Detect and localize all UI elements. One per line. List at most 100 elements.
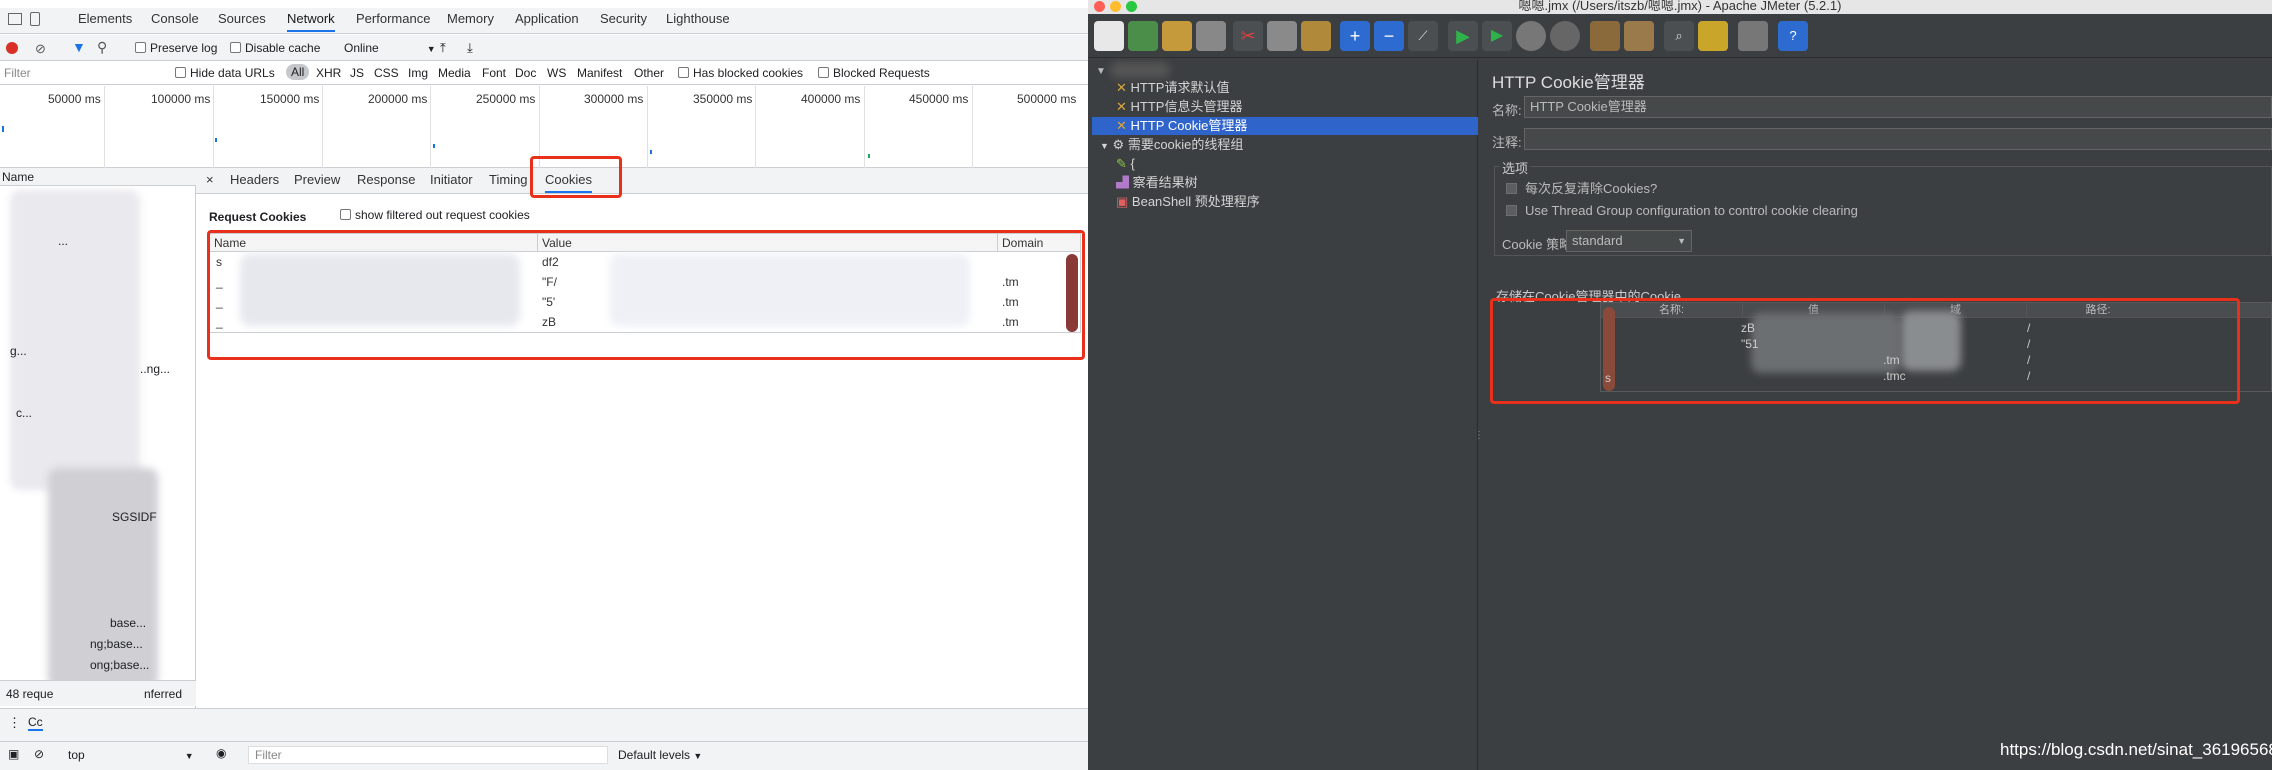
- tab-application[interactable]: Application: [515, 11, 579, 26]
- tree-item-header-manager[interactable]: ✕ HTTP信息头管理器: [1116, 98, 1474, 116]
- log-levels-select[interactable]: Default levels ▼: [618, 748, 702, 762]
- tab-memory[interactable]: Memory: [447, 11, 494, 26]
- tab-security[interactable]: Security: [600, 11, 647, 26]
- import-har-icon[interactable]: ⤒: [440, 40, 446, 56]
- list-item[interactable]: g...: [10, 344, 27, 358]
- tree-item-beanshell[interactable]: ▣ BeanShell 预处理程序: [1116, 193, 1474, 211]
- jmeter-window: 嗯嗯.jmx (/Users/itszb/嗯嗯.jmx) - Apache JM…: [1088, 0, 2272, 770]
- preserve-log-checkbox[interactable]: Preserve log: [135, 41, 217, 55]
- tab-initiator[interactable]: Initiator: [430, 172, 473, 187]
- save-icon[interactable]: [1196, 21, 1226, 51]
- search-icon[interactable]: ⌕: [1664, 21, 1694, 51]
- tree-item-request-defaults[interactable]: ✕ HTTP请求默认值: [1116, 79, 1474, 97]
- tab-response[interactable]: Response: [357, 172, 416, 187]
- list-item[interactable]: ..ng...: [140, 362, 170, 376]
- tab-elements[interactable]: Elements: [78, 11, 132, 26]
- toggle-icon[interactable]: ⟋: [1408, 21, 1438, 51]
- type-font[interactable]: Font: [482, 66, 506, 80]
- throttle-select[interactable]: Online ▼: [344, 41, 436, 55]
- tab-timing[interactable]: Timing: [489, 172, 528, 187]
- list-item[interactable]: ng;base...: [90, 637, 143, 651]
- start-icon[interactable]: ▶: [1448, 21, 1478, 51]
- tab-performance[interactable]: Performance: [356, 11, 430, 26]
- record-icon[interactable]: [6, 42, 18, 54]
- copy-icon[interactable]: [1267, 21, 1297, 51]
- list-item[interactable]: SGSIDF: [112, 510, 157, 524]
- type-manifest[interactable]: Manifest: [577, 66, 622, 80]
- close-window-icon[interactable]: [1094, 1, 1105, 12]
- blocked-requests-checkbox[interactable]: Blocked Requests: [818, 66, 930, 80]
- list-item[interactable]: ong;base...: [90, 658, 149, 672]
- cut-icon[interactable]: ✂: [1233, 21, 1263, 51]
- list-item[interactable]: c...: [16, 406, 32, 420]
- tree-item-cookie-manager[interactable]: ✕ HTTP Cookie管理器: [1092, 117, 1478, 135]
- help-icon[interactable]: ?: [1778, 21, 1808, 51]
- tree-item-thread-group[interactable]: ▼ ⚙ 需要cookie的线程组: [1100, 136, 1474, 154]
- console-filter-input[interactable]: Filter: [248, 746, 608, 764]
- reset-search-icon[interactable]: [1698, 21, 1728, 51]
- list-item[interactable]: ...: [58, 234, 68, 248]
- inspect-icon[interactable]: [8, 13, 22, 25]
- minimize-window-icon[interactable]: [1110, 1, 1121, 12]
- network-filter-input[interactable]: Filter: [4, 66, 31, 80]
- paste-icon[interactable]: [1301, 21, 1331, 51]
- open-icon[interactable]: [1162, 21, 1192, 51]
- expand-arrow-icon[interactable]: ▼: [1096, 66, 1106, 77]
- start-no-pauses-icon[interactable]: ▶: [1482, 21, 1512, 51]
- live-expression-icon[interactable]: ◉: [216, 746, 226, 760]
- splitter-handle[interactable]: ⋮: [1474, 430, 1484, 441]
- filter-icon[interactable]: ▼: [72, 39, 86, 55]
- clear-console-icon[interactable]: ⊘: [34, 747, 44, 761]
- clear-icon[interactable]: ⊘: [35, 41, 46, 57]
- name-field[interactable]: HTTP Cookie管理器: [1524, 96, 2272, 118]
- close-icon[interactable]: ×: [206, 172, 214, 187]
- comment-field[interactable]: [1524, 128, 2272, 150]
- tab-preview[interactable]: Preview: [294, 172, 340, 187]
- tab-headers[interactable]: Headers: [230, 172, 279, 187]
- type-doc[interactable]: Doc: [515, 66, 536, 80]
- clear-all-icon[interactable]: [1624, 21, 1654, 51]
- new-icon[interactable]: [1094, 21, 1124, 51]
- use-thread-group-checkbox[interactable]: Use Thread Group configuration to contro…: [1506, 203, 1858, 218]
- stop-icon[interactable]: [1516, 21, 1546, 51]
- disable-cache-checkbox[interactable]: Disable cache: [230, 41, 320, 55]
- type-img[interactable]: Img: [408, 66, 428, 80]
- export-har-icon[interactable]: ⤓: [467, 40, 473, 56]
- maximize-window-icon[interactable]: [1126, 1, 1137, 12]
- drawer-menu-icon[interactable]: ⋮: [8, 715, 21, 731]
- script-icon: ▣: [1116, 194, 1129, 209]
- list-item[interactable]: base...: [110, 616, 146, 630]
- timeline-tick: 450000 ms: [909, 92, 969, 106]
- type-all[interactable]: All: [286, 64, 310, 80]
- tab-console[interactable]: Console: [151, 11, 199, 26]
- type-css[interactable]: CSS: [374, 66, 399, 80]
- tree-item-results-tree[interactable]: ▟ 察看结果树: [1116, 174, 1474, 192]
- clear-each-iteration-checkbox[interactable]: 每次反复清除Cookies?: [1506, 178, 1657, 197]
- tree-item-sampler[interactable]: ✎ {: [1116, 155, 1474, 173]
- cookie-policy-select[interactable]: standard ▼: [1566, 230, 1692, 252]
- type-ws[interactable]: WS: [547, 66, 566, 80]
- shutdown-icon[interactable]: [1550, 21, 1580, 51]
- context-select[interactable]: top ▼: [68, 748, 194, 762]
- tab-network[interactable]: Network: [287, 11, 335, 32]
- tab-lighthouse[interactable]: Lighthouse: [666, 11, 730, 26]
- templates-icon[interactable]: [1128, 21, 1158, 51]
- clear-icon[interactable]: [1590, 21, 1620, 51]
- show-filtered-checkbox[interactable]: show filtered out request cookies: [340, 208, 530, 222]
- collapse-icon[interactable]: −: [1374, 21, 1404, 51]
- type-xhr[interactable]: XHR: [316, 66, 341, 80]
- search-icon[interactable]: ⚲: [97, 39, 107, 56]
- panel-title: HTTP Cookie管理器: [1492, 73, 1645, 92]
- function-helper-icon[interactable]: [1738, 21, 1768, 51]
- type-js[interactable]: JS: [350, 66, 364, 80]
- type-other[interactable]: Other: [634, 66, 664, 80]
- device-toolbar-icon[interactable]: [30, 12, 40, 26]
- has-blocked-cookies-checkbox[interactable]: Has blocked cookies: [678, 66, 803, 80]
- sidebar-toggle-icon[interactable]: ▣: [8, 747, 19, 761]
- tab-sources[interactable]: Sources: [218, 11, 266, 26]
- type-media[interactable]: Media: [438, 66, 471, 80]
- hide-data-urls-checkbox[interactable]: Hide data URLs: [175, 66, 275, 80]
- expand-icon[interactable]: +: [1340, 21, 1370, 51]
- request-list-header[interactable]: Name: [0, 168, 196, 186]
- drawer-tab-console[interactable]: Cc: [28, 715, 43, 731]
